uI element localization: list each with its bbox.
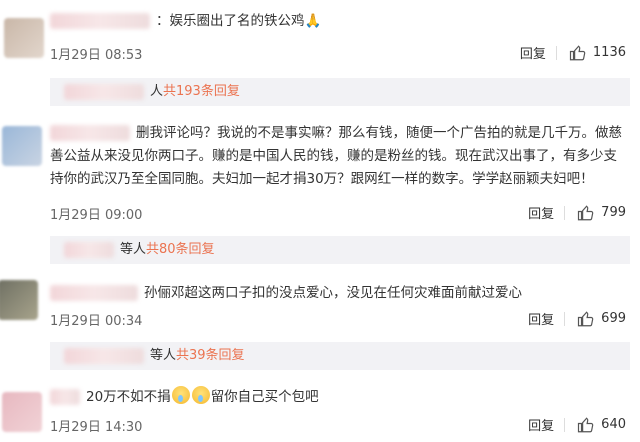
replies-who: 人 [150,84,164,99]
username[interactable] [50,125,130,141]
comment-text-continued: 留你自己买个包吧 [210,389,319,405]
replies-bar[interactable]: 人共193条回复 [50,78,630,106]
replier-names [64,241,114,258]
like-count: 1136 [592,45,626,60]
comment-date: 1月29日 14:30 [50,420,143,435]
tears-emoji-icon [171,386,190,404]
reply-button[interactable]: 回复 [528,309,554,328]
replies-who: 等人 [120,242,147,257]
avatar[interactable] [0,280,38,320]
avatar[interactable] [2,126,42,166]
replier-names [64,347,144,364]
comment-text: ：娱乐圈出了名的铁公鸡 [156,13,305,29]
thumbs-up-icon[interactable] [577,310,595,328]
comment-date: 1月29日 00:34 [50,314,143,329]
reply-button[interactable]: 回复 [520,43,546,62]
divider [564,417,566,432]
emoji-icon: 🙏 [304,13,322,29]
replies-who: 等人 [150,348,177,363]
divider [555,45,557,60]
replies-bar[interactable]: 等人共39条回复 [50,342,630,370]
thumbs-up-icon[interactable] [577,416,595,434]
reply-button[interactable]: 回复 [528,415,554,434]
comment-text: 20万不如不捐 [86,389,171,405]
comment-item: ：娱乐圈出了名的铁公鸡🙏 1月29日 08:53 回复 1136 人共193条回… [0,0,640,110]
divider [564,311,566,326]
replies-count-link[interactable]: 共39条回复 [176,348,245,363]
thumbs-up-icon[interactable] [569,44,587,62]
avatar[interactable] [4,18,44,58]
replies-bar[interactable]: 等人共80条回复 [50,236,630,264]
comment-date: 1月29日 08:53 [50,48,143,63]
like-count: 799 [601,205,626,220]
divider [564,205,566,220]
like-count: 640 [601,417,626,432]
comment-item: 删我评论吗？我说的不是事实嘛？那么有钱，随便一个广告拍的就是几千万。做慈善公益从… [0,116,640,264]
username[interactable] [50,285,138,301]
reply-button[interactable]: 回复 [528,203,554,222]
comment-text: 孙俪邓超这两口子扣的没点爱心，没见在任何灾难面前献过爱心 [144,285,522,301]
username[interactable] [50,389,80,405]
comment-text: 删我评论吗？我说的不是事实嘛？那么有钱，随便一个广告拍的就是几千万。做慈善公益从… [50,125,622,187]
replies-count-link[interactable]: 共193条回复 [163,84,240,99]
thumbs-up-icon[interactable] [577,204,595,222]
comment-date: 1月29日 09:00 [50,208,143,223]
comment-item: 20万不如不捐 留你自己买个包吧 1月29日 14:30 回复 640 [0,384,640,442]
replies-count-link[interactable]: 共80条回复 [146,242,215,257]
replier-names [64,83,144,100]
avatar[interactable] [2,392,42,432]
tears-emoji-icon [191,386,210,404]
like-count: 699 [601,311,626,326]
username[interactable] [50,13,150,29]
comment-item: 孙俪邓超这两口子扣的没点爱心，没见在任何灾难面前献过爱心 1月29日 00:34… [0,278,640,373]
